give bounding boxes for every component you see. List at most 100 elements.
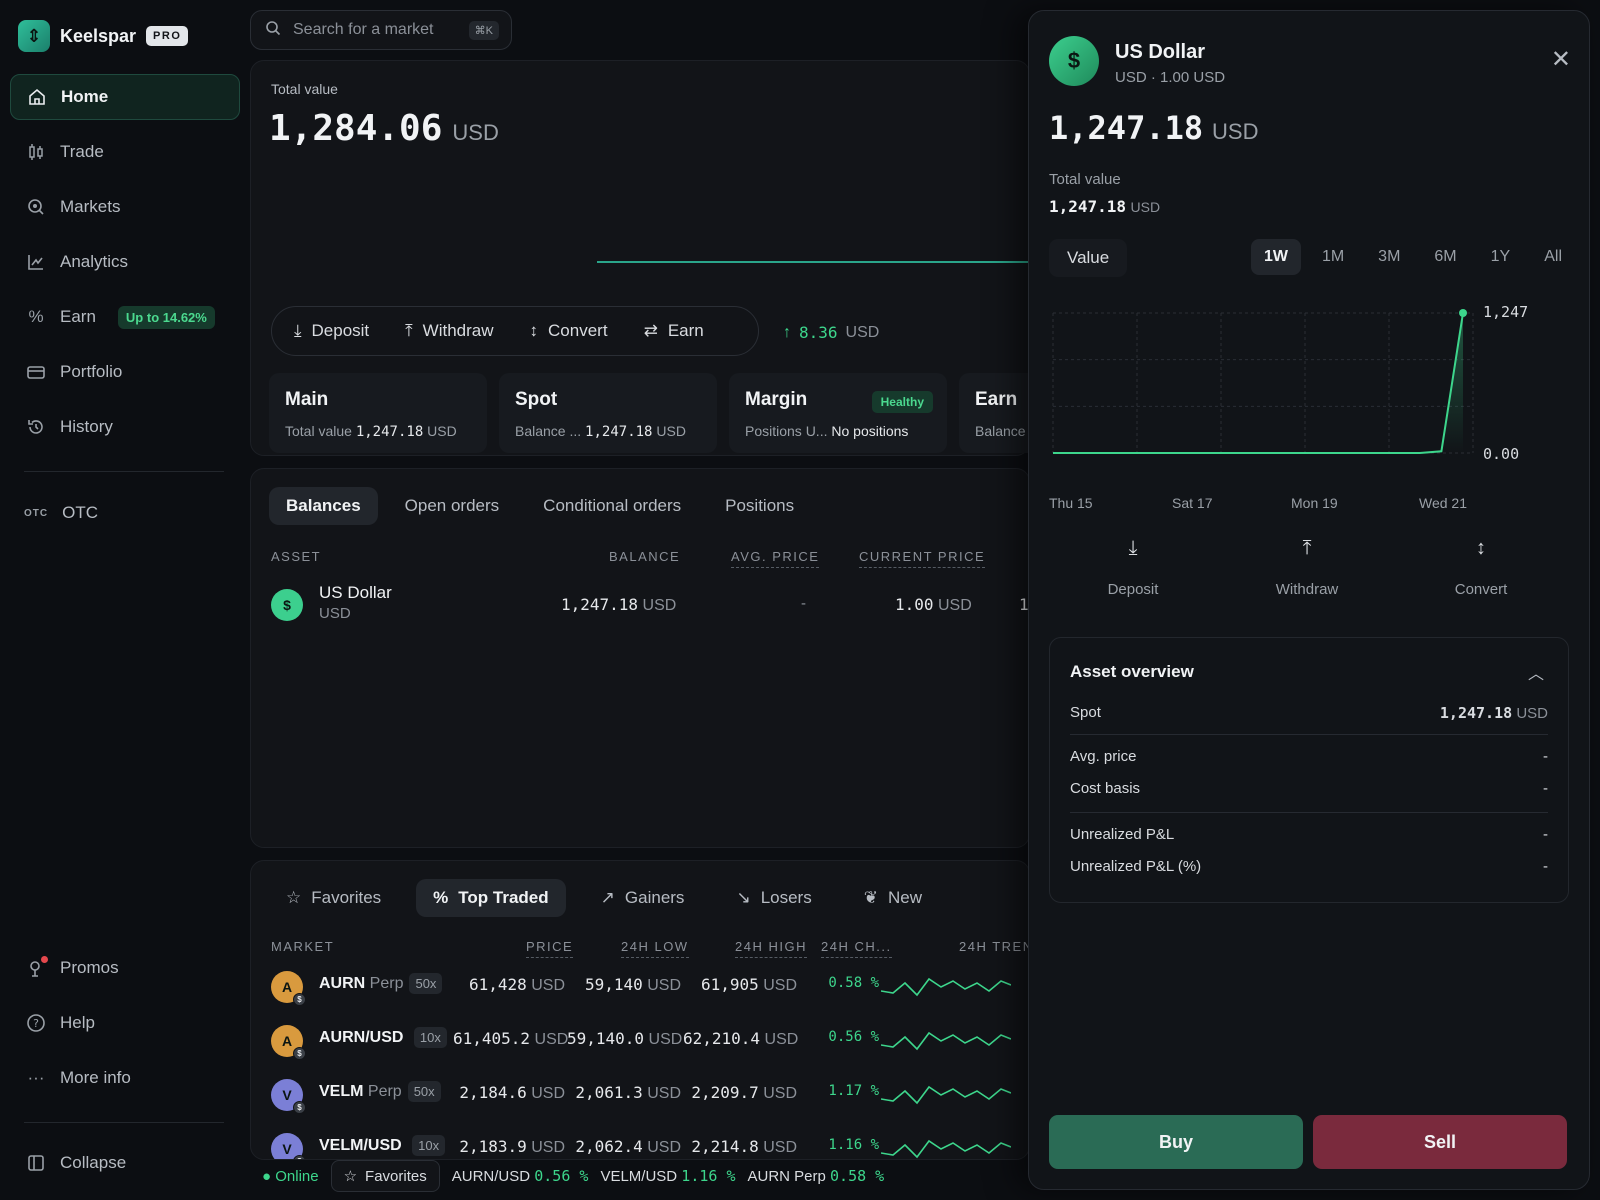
svg-text:?: ? (33, 1017, 39, 1030)
col-24h-trend[interactable]: 24H TREN (959, 939, 1029, 954)
sell-button[interactable]: Sell (1313, 1115, 1567, 1169)
ticker-3[interactable]: AURN Perp 0.58 % (747, 1167, 884, 1185)
overview-avg-price: Avg. price - (1070, 748, 1548, 765)
tab-new[interactable]: ❦ New (847, 879, 939, 917)
nav-home-label: Home (61, 87, 109, 106)
star-icon: ☆ (343, 1168, 358, 1185)
col-balance[interactable]: BALANCE (609, 549, 680, 564)
deposit-icon: ⤓ (1128, 536, 1138, 559)
range-all[interactable]: All (1531, 239, 1575, 275)
col-24h-high[interactable]: 24H HIGH (735, 939, 807, 958)
col-24h-change[interactable]: 24H CH... (821, 939, 892, 958)
account-card-main[interactable]: Main Total value 1,247.18 USD (269, 373, 487, 453)
withdraw-icon: ⤒ (405, 321, 413, 340)
drawer-total-value: 1,247.18 USD (1049, 197, 1161, 216)
range-6m[interactable]: 6M (1421, 239, 1469, 275)
col-24h-low[interactable]: 24H LOW (621, 939, 689, 958)
range-1w[interactable]: 1W (1250, 239, 1301, 275)
nav-otc[interactable]: OTC OTC (10, 490, 240, 536)
tab-positions[interactable]: Positions (708, 487, 811, 525)
help-icon: ? (26, 1013, 46, 1033)
market-coin-icon: A $ (271, 971, 306, 1006)
range-1m[interactable]: 1M (1309, 239, 1357, 275)
chevron-up-icon[interactable]: ︿ (1528, 660, 1544, 684)
nav-history[interactable]: History (10, 404, 240, 450)
nav-trade[interactable]: Trade (10, 129, 240, 175)
value-change: ↑ 8.36 USD (783, 323, 880, 342)
search-shortcut: ⌘K (468, 20, 499, 40)
value-chart[interactable]: 1,247 0.00 (1049, 297, 1569, 477)
tab-conditional-orders[interactable]: Conditional orders (526, 487, 698, 525)
portfolio-chart-line (597, 261, 1031, 263)
nav-markets[interactable]: Markets (10, 184, 240, 230)
overview-upl-pct: Unrealized P&L (%) - (1070, 858, 1548, 875)
balances-tabs: Balances Open orders Conditional orders … (269, 487, 811, 525)
close-icon[interactable]: ✕ (1551, 45, 1571, 74)
overview-upl: Unrealized P&L - (1070, 826, 1548, 843)
metric-selector[interactable]: Value (1049, 239, 1128, 277)
col-price[interactable]: PRICE (526, 939, 574, 958)
brand[interactable]: ⇕ Keelspar PRO (18, 20, 189, 52)
col-avg-price[interactable]: AVG. PRICE (731, 549, 820, 568)
nav-promos[interactable]: Promos (10, 945, 240, 991)
drawer-convert-button[interactable]: ↕ Convert (1421, 531, 1541, 599)
overview-title[interactable]: Asset overview (1070, 662, 1194, 682)
nav-analytics[interactable]: Analytics (10, 239, 240, 285)
market-row[interactable]: A $ AURN/USD 10x 61,405.2 USD 59,140.0 USD 62… (271, 1019, 1011, 1061)
drawer-asset-name: US Dollar (1115, 41, 1206, 63)
tab-top-traded[interactable]: % Top Traded (416, 879, 566, 917)
nav-collapse[interactable]: Collapse (10, 1140, 240, 1186)
col-market[interactable]: MARKET (271, 939, 334, 954)
nav-home[interactable]: Home (10, 74, 240, 120)
arrow-up-icon: ↑ (783, 323, 791, 341)
nav-analytics-label: Analytics (60, 252, 129, 271)
trend-sparkline (881, 1031, 1011, 1051)
overview-cost-basis: Cost basis - (1070, 780, 1548, 797)
account-card-margin[interactable]: Margin Healthy Positions U... No positio… (729, 373, 947, 453)
drawer-deposit-button[interactable]: ⤓ Deposit (1073, 531, 1193, 599)
overview-panel: Total value 1,284.06 USD ⤓ Deposit ⤒ Withd… (250, 60, 1031, 456)
col-current-price[interactable]: CURRENT PRICE (859, 549, 986, 568)
account-card-spot[interactable]: Spot Balance ... 1,247.18 USD (499, 373, 717, 453)
market-search[interactable]: Search for a market ⌘K (250, 10, 512, 50)
x-label-1: Thu 15 (1049, 495, 1093, 511)
x-label-2: Sat 17 (1172, 495, 1213, 511)
quick-actions: ⤓ Deposit ⤒ Withdraw ↕ Convert ⇄ Earn (271, 306, 759, 356)
trend-sparkline (881, 1085, 1011, 1105)
nav-help[interactable]: ? Help (10, 1000, 240, 1046)
asset-name: US Dollar (319, 583, 392, 602)
drawer-total-label: Total value (1049, 171, 1121, 188)
ticker-2[interactable]: VELM/USD 1.16 % (600, 1167, 735, 1185)
nav-divider-bottom (24, 1122, 224, 1123)
tab-gainers[interactable]: ↗ Gainers (584, 879, 702, 917)
health-badge: Healthy (871, 391, 933, 413)
nav-earn-label: Earn (60, 307, 96, 326)
tab-favorites[interactable]: ☆ Favorites (269, 879, 398, 917)
nav-more-info[interactable]: ··· More info (10, 1055, 240, 1101)
earn-button[interactable]: ⇄ Earn (644, 321, 704, 341)
market-coin-icon: V$ (271, 1079, 306, 1114)
nav-earn[interactable]: % Earn Up to 14.62% (10, 294, 240, 340)
nav-portfolio[interactable]: Portfolio (10, 349, 240, 395)
ticker-1[interactable]: AURN/USD 0.56 % (452, 1167, 589, 1185)
tab-balances[interactable]: Balances (269, 487, 378, 525)
range-1y[interactable]: 1Y (1478, 239, 1524, 275)
buy-button[interactable]: Buy (1049, 1115, 1303, 1169)
range-3m[interactable]: 3M (1365, 239, 1413, 275)
col-asset[interactable]: ASSET (271, 549, 321, 564)
convert-icon: ↕ (1476, 536, 1486, 559)
deposit-button[interactable]: ⤓ Deposit (294, 321, 369, 341)
market-row[interactable]: V $ VELM Perp 50x 2,184.6 USD 2,061.3 USD 2,20… (271, 1073, 1011, 1115)
account-card-earn[interactable]: Earn Balance (959, 373, 1031, 453)
market-row[interactable]: V$VELM/USD 10x2,183.9 USD2,062.4 USD2,21… (271, 1127, 1011, 1159)
tab-open-orders[interactable]: Open orders (388, 487, 517, 525)
market-row[interactable]: A $ AURN Perp 50x 61,428 USD 59,140 USD 61,905… (271, 965, 1011, 1007)
convert-button[interactable]: ↕ Convert (530, 321, 608, 341)
chart-line (1053, 312, 1464, 454)
drawer-withdraw-button[interactable]: ⤒ Withdraw (1247, 531, 1367, 599)
tab-losers[interactable]: ↘ Losers (719, 879, 828, 917)
withdraw-button[interactable]: ⤒ Withdraw (405, 321, 493, 341)
balances-panel: Balances Open orders Conditional orders … (250, 468, 1030, 848)
footer-favorites-button[interactable]: ☆ Favorites (330, 1160, 440, 1192)
balance-row[interactable]: $ US Dollar USD 1,247.18 USD - 1.00 USD … (271, 583, 1031, 629)
